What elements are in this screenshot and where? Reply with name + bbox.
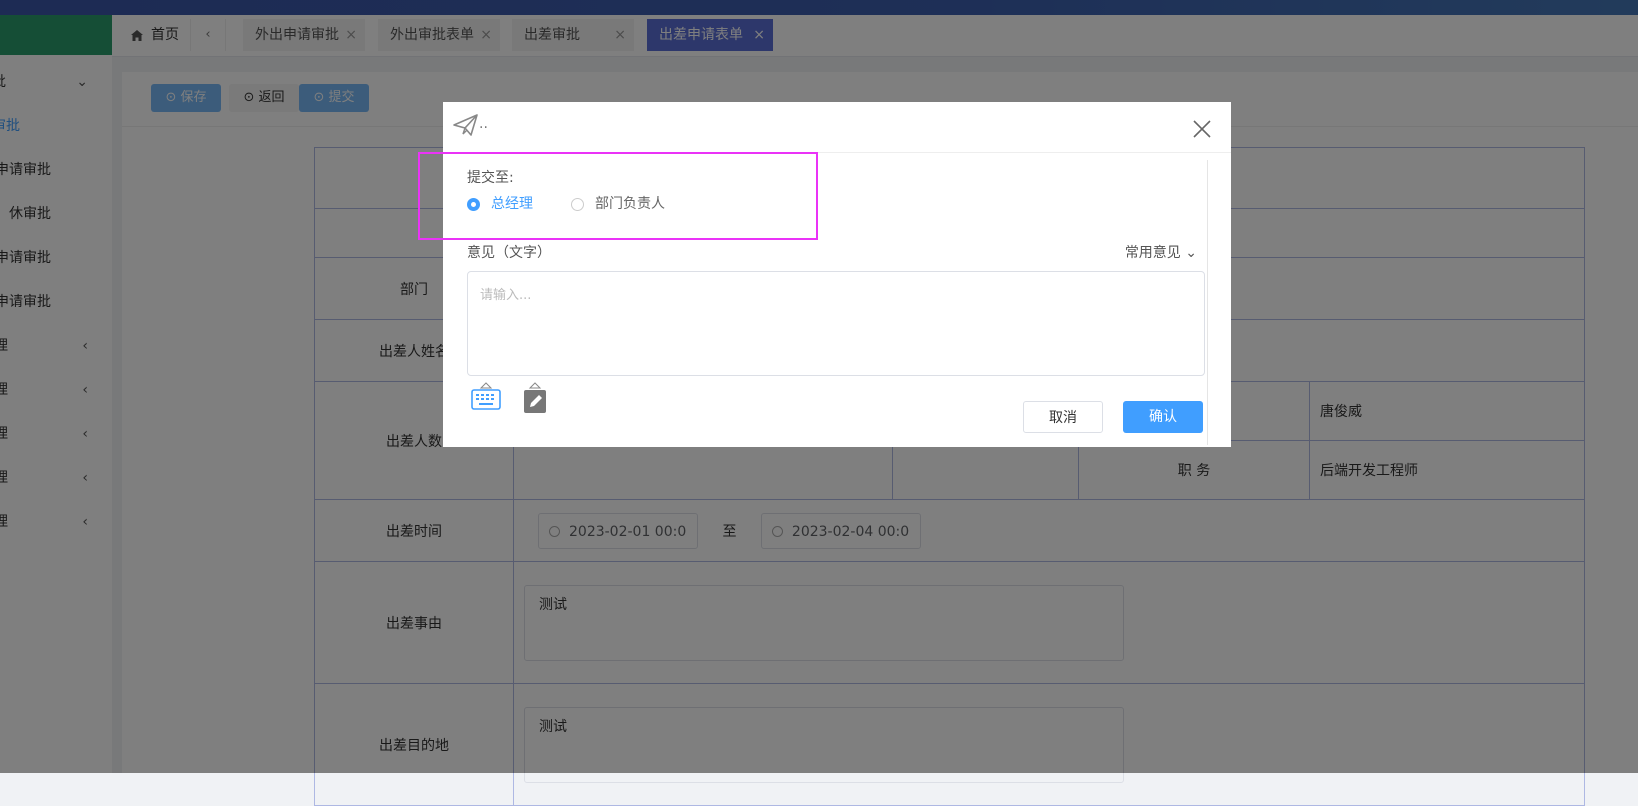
- close-icon[interactable]: [1193, 120, 1211, 138]
- confirm-button[interactable]: 确认: [1123, 401, 1203, 433]
- dialog-scroll-divider: [1207, 160, 1208, 445]
- common-opinion-dropdown[interactable]: 常用意见 ⌄: [1125, 242, 1197, 262]
- dialog-title: ..: [479, 116, 488, 132]
- opinion-label: 意见（文字）: [467, 245, 551, 261]
- opinion-textarea[interactable]: 请输入...: [467, 271, 1205, 376]
- paper-plane-icon: [453, 114, 478, 136]
- chevron-down-icon: ⌄: [1185, 245, 1197, 261]
- keyboard-icon[interactable]: [471, 382, 501, 412]
- handwriting-pen-icon[interactable]: [523, 382, 547, 414]
- common-opinion-label: 常用意见: [1124, 245, 1181, 261]
- dialog-header: ..: [443, 102, 1231, 153]
- highlight-box: [418, 152, 818, 240]
- cancel-button[interactable]: 取消: [1023, 401, 1103, 433]
